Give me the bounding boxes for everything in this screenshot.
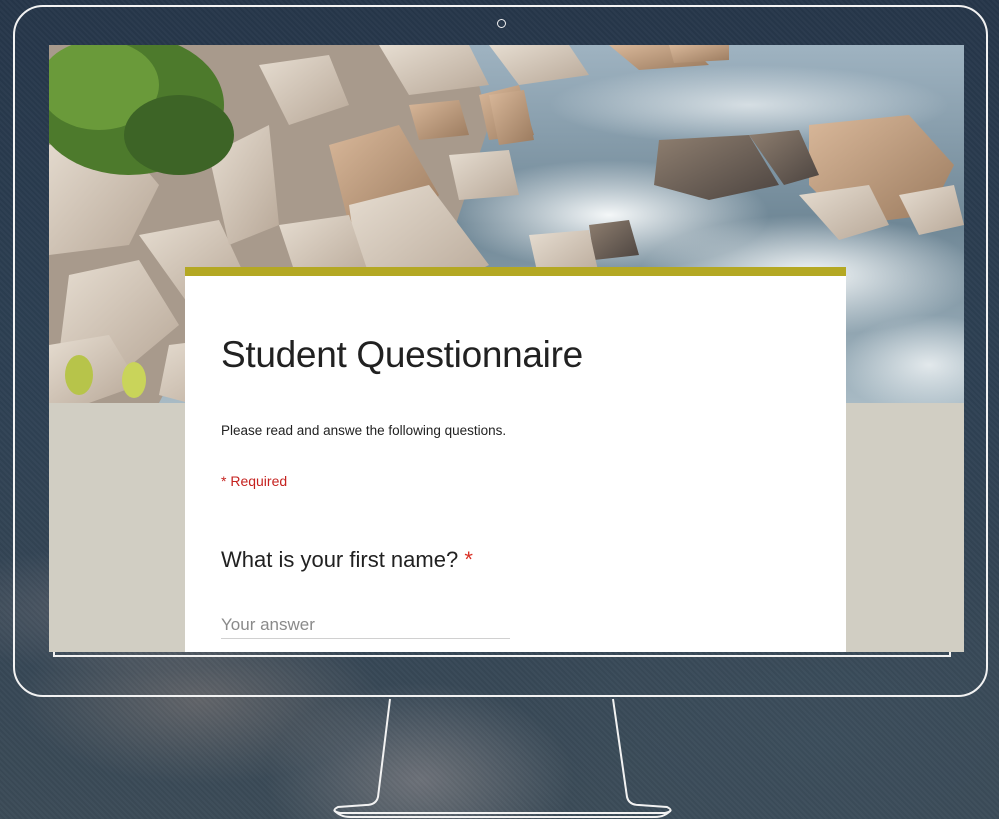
required-note: * Required (221, 473, 288, 489)
question-label: What is your first name? * (221, 547, 473, 573)
first-name-input[interactable] (221, 612, 510, 639)
form-title: Student Questionnaire (221, 334, 583, 375)
form-description: Please read and answe the following ques… (221, 423, 507, 438)
screen: Student Questionnaire Please read and an… (49, 45, 964, 652)
webcam-icon (497, 19, 506, 28)
form-card: Student Questionnaire Please read and an… (185, 267, 846, 652)
monitor-stand (333, 698, 672, 818)
screen-bezel-line (53, 652, 951, 657)
question-text: What is your first name? (221, 547, 459, 572)
required-asterisk: * (464, 547, 473, 572)
